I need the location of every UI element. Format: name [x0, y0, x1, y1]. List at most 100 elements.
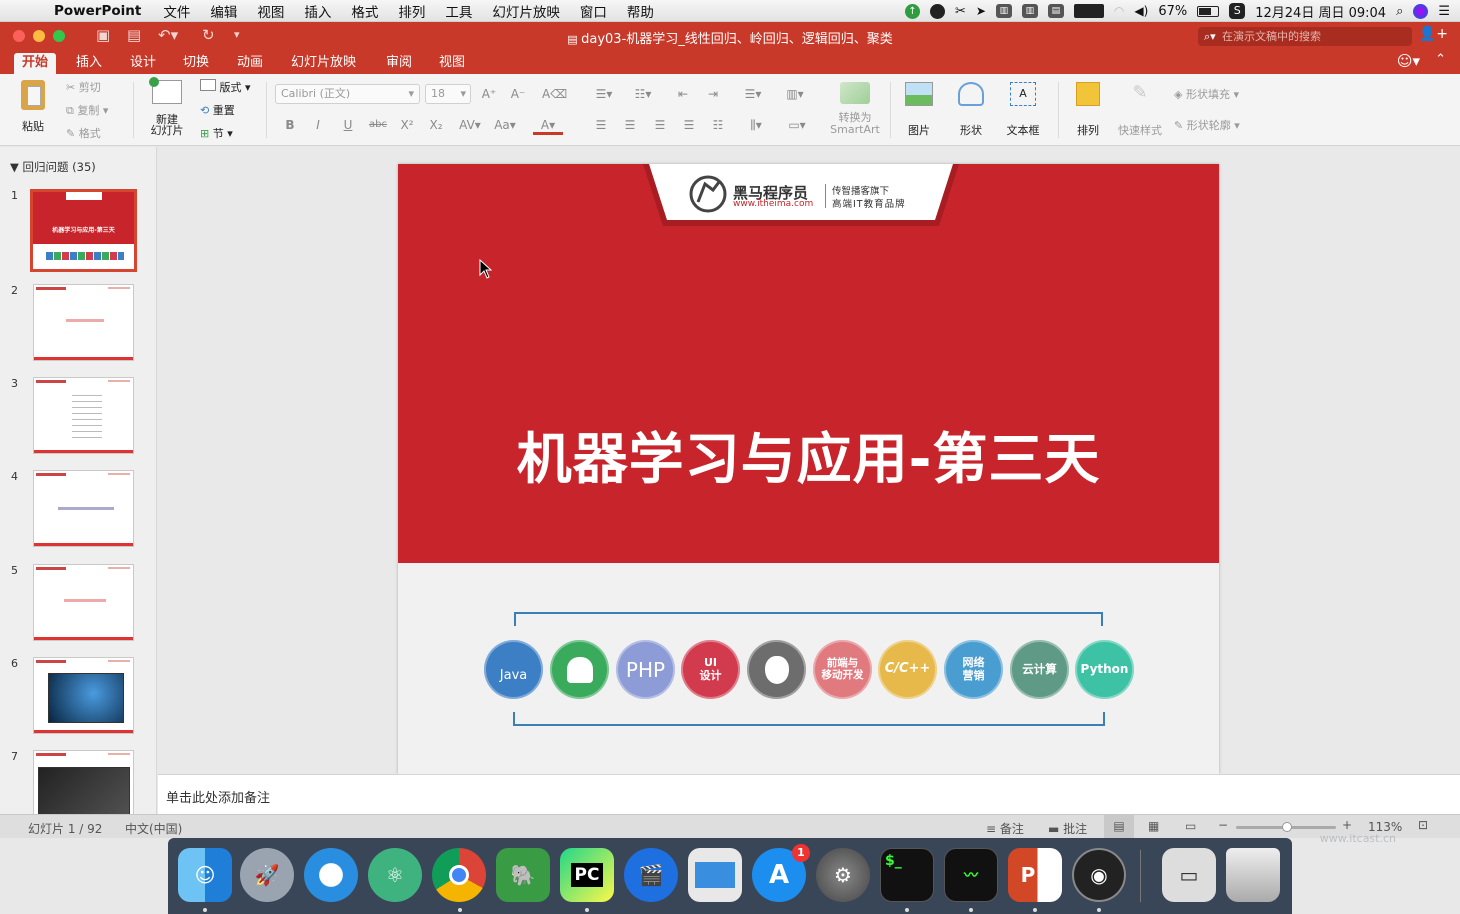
- app-menu[interactable]: PowerPoint: [54, 3, 141, 19]
- shrink-font-icon[interactable]: A⁻: [507, 84, 529, 104]
- send-icon[interactable]: ➤: [976, 4, 986, 18]
- menu-format[interactable]: 格式: [351, 1, 378, 21]
- tab-transitions[interactable]: 切换: [175, 53, 217, 74]
- section-button[interactable]: ⊞ 节 ▾: [200, 125, 233, 141]
- convert-smartart-button[interactable]: 转换为 SmartArt: [828, 82, 882, 136]
- menu-window[interactable]: 窗口: [580, 1, 607, 21]
- justify-icon[interactable]: ☰: [678, 115, 700, 135]
- copy-button[interactable]: ⧉ 复制 ▾: [66, 102, 108, 118]
- text-direction-icon[interactable]: ⫼▾: [740, 115, 772, 135]
- zoom-slider[interactable]: [1236, 822, 1336, 832]
- spotlight-search-icon[interactable]: ⌕: [1396, 4, 1403, 19]
- zoom-in-icon[interactable]: +: [1342, 818, 1352, 832]
- menu-file[interactable]: 文件: [163, 1, 190, 21]
- align-right-icon[interactable]: ☰: [649, 115, 671, 135]
- siri-s-icon[interactable]: S: [1229, 3, 1246, 19]
- screen-recorder-icon[interactable]: 🎬: [624, 848, 678, 902]
- increase-indent-icon[interactable]: ⇥: [702, 84, 724, 104]
- system-preferences-icon[interactable]: ⚙: [816, 848, 870, 902]
- slide-title[interactable]: 机器学习与应用-第三天: [398, 414, 1219, 494]
- wifi-icon[interactable]: ◠: [1114, 4, 1124, 18]
- layout-button[interactable]: 版式 ▾: [200, 79, 251, 95]
- italic-icon[interactable]: I: [307, 115, 329, 135]
- tab-insert[interactable]: 插入: [68, 53, 110, 74]
- reading-view-icon[interactable]: ▭: [1185, 819, 1196, 833]
- zoom-slider-knob[interactable]: [1282, 822, 1292, 832]
- format-painter-button[interactable]: ✎ 格式: [66, 125, 101, 141]
- app-store-icon[interactable]: A1: [752, 844, 810, 902]
- trash-icon[interactable]: [1226, 848, 1280, 902]
- superscript-icon[interactable]: X²: [396, 115, 418, 135]
- shape-outline-button[interactable]: ✎ 形状轮廓 ▾: [1174, 117, 1240, 133]
- powerpoint-icon[interactable]: P: [1008, 848, 1062, 902]
- menu-edit[interactable]: 编辑: [210, 1, 237, 21]
- collapse-ribbon-icon[interactable]: ⌃: [1435, 52, 1446, 67]
- bold-icon[interactable]: B: [279, 115, 301, 135]
- slide-thumbnail-1[interactable]: 机器学习与应用-第三天: [30, 189, 137, 272]
- slide-thumbnail-3[interactable]: [33, 377, 134, 454]
- notes-toggle[interactable]: ≡ 备注: [986, 820, 1024, 837]
- slide-thumbnail-7[interactable]: [33, 750, 134, 814]
- new-slide-button[interactable]: 新建 幻灯片: [144, 77, 190, 136]
- slide-sorter-icon[interactable]: ▦: [1148, 819, 1159, 833]
- grow-font-icon[interactable]: A⁺: [478, 84, 500, 104]
- sync-icon[interactable]: [929, 3, 945, 19]
- battery-percent[interactable]: 67%: [1158, 4, 1187, 19]
- language-indicator[interactable]: 中文(中国): [125, 820, 182, 837]
- upload-status-icon[interactable]: ↑: [904, 3, 920, 19]
- tab-view[interactable]: 视图: [431, 53, 473, 74]
- clock[interactable]: 12月24日 周日 09:04: [1255, 2, 1386, 21]
- menu-view[interactable]: 视图: [257, 1, 284, 21]
- section-header[interactable]: ▼ 回归问题 (35): [10, 159, 96, 175]
- safari-icon[interactable]: [304, 848, 358, 902]
- decrease-indent-icon[interactable]: ⇤: [672, 84, 694, 104]
- bullets-icon[interactable]: ☰▾: [588, 84, 620, 104]
- slide-thumbnail-2[interactable]: [33, 284, 134, 361]
- finder-icon[interactable]: ☺: [178, 848, 232, 902]
- volume-icon[interactable]: ◀): [1134, 4, 1148, 18]
- menu-help[interactable]: 帮助: [627, 1, 654, 21]
- tab-home[interactable]: 开始: [14, 53, 57, 74]
- columns-icon[interactable]: ▥▾: [778, 84, 812, 104]
- subscript-icon[interactable]: X₂: [425, 115, 447, 135]
- slide-thumbnail-5[interactable]: [33, 564, 134, 641]
- strikethrough-icon[interactable]: abc: [367, 115, 389, 135]
- line-spacing-icon[interactable]: ☰▾: [736, 84, 770, 104]
- underline-icon[interactable]: U: [337, 115, 359, 135]
- align-center-icon[interactable]: ☰: [619, 115, 641, 135]
- tab-animations[interactable]: 动画: [229, 53, 271, 74]
- comments-toggle[interactable]: ▬ 批注: [1048, 820, 1087, 837]
- screenshot-folder-icon[interactable]: ▭: [1162, 848, 1216, 902]
- normal-view-icon[interactable]: ▤: [1104, 815, 1134, 838]
- fit-to-window-icon[interactable]: ⊡: [1418, 818, 1428, 832]
- pycharm-icon[interactable]: PC: [560, 848, 614, 902]
- menu-tools[interactable]: 工具: [445, 1, 472, 21]
- battery-icon[interactable]: [1197, 5, 1220, 17]
- menu-insert[interactable]: 插入: [304, 1, 331, 21]
- slide-thumbnail-6[interactable]: [33, 657, 134, 734]
- menu-arrange[interactable]: 排列: [398, 1, 425, 21]
- share-user-icon[interactable]: 👤+: [1419, 26, 1448, 42]
- change-case-icon[interactable]: Aa▾: [490, 115, 520, 135]
- notification-center-icon[interactable]: ☰: [1438, 4, 1450, 19]
- cpu-monitor-icon[interactable]: ▥: [995, 4, 1012, 18]
- quick-styles-button[interactable]: ✎ 快速样式: [1114, 82, 1166, 138]
- character-spacing-icon[interactable]: AV▾: [455, 115, 485, 135]
- siri-icon[interactable]: [1413, 3, 1429, 19]
- font-name-select[interactable]: Calibri (正文) ▾: [275, 84, 420, 104]
- slide-thumbnail-panel[interactable]: ▼ 回归问题 (35) 1 机器学习与应用-第三天 2 3 4 5 6 7: [0, 147, 157, 814]
- zoom-out-icon[interactable]: −: [1218, 818, 1228, 832]
- align-left-icon[interactable]: ☰: [590, 115, 612, 135]
- search-input[interactable]: ⌕▾ 在演示文稿中的搜索: [1198, 27, 1412, 46]
- disk-monitor-icon[interactable]: ▤: [1047, 4, 1064, 18]
- align-text-icon[interactable]: ▭▾: [781, 115, 813, 135]
- arrange-button[interactable]: 排列: [1068, 82, 1108, 138]
- cut-button[interactable]: ✂ 剪切: [66, 79, 101, 95]
- evernote-icon[interactable]: 🐘: [496, 848, 550, 902]
- shape-button[interactable]: 形状: [950, 82, 992, 138]
- tools-icon[interactable]: ✂: [955, 4, 966, 19]
- launchpad-icon[interactable]: 🚀: [240, 848, 294, 902]
- tab-slideshow[interactable]: 幻灯片放映: [283, 53, 364, 74]
- chrome-icon[interactable]: [432, 848, 486, 902]
- terminal-icon[interactable]: $_: [880, 848, 934, 902]
